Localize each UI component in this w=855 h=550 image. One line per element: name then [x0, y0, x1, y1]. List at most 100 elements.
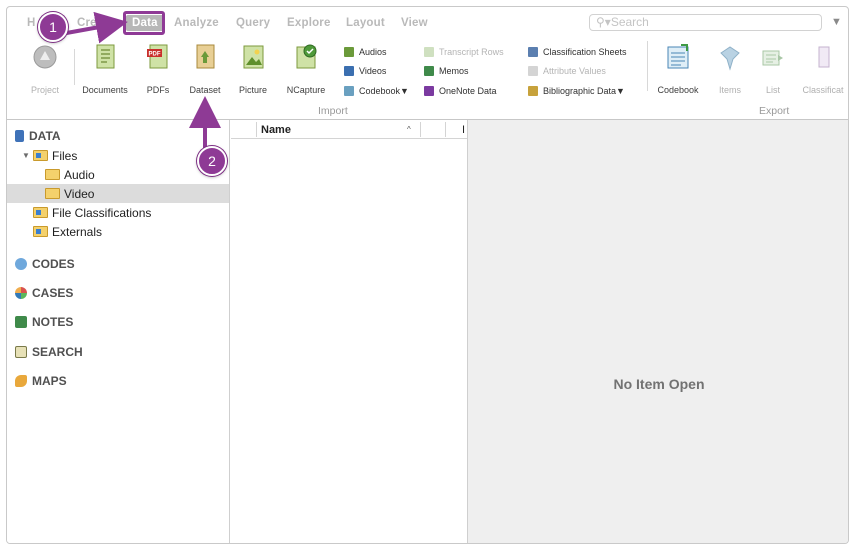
nav-notes-header[interactable]: NOTES: [15, 312, 73, 331]
callout-badge-1: 1: [38, 12, 68, 42]
nav-codes-header[interactable]: CODES: [15, 254, 75, 273]
bibliographic-data-button[interactable]: Bibliographic Data▼: [528, 86, 625, 96]
export-list-label: List: [765, 85, 780, 95]
no-item-open-message: No Item Open: [613, 376, 705, 392]
data-tab-highlight-box: [123, 11, 165, 35]
picture-label: Picture: [238, 85, 267, 95]
list-header: Name ^ I: [231, 120, 467, 139]
maps-icon: [15, 374, 27, 387]
classification-sheets-label: Classification Sheets: [543, 47, 627, 57]
nav-maps-header[interactable]: MAPS: [15, 371, 67, 390]
picture-button[interactable]: Picture: [225, 43, 281, 95]
onenote-data-label: OneNote Data: [439, 86, 497, 96]
documents-button[interactable]: Documents: [77, 43, 133, 95]
ncapture-icon: [296, 44, 317, 69]
attribute-values-label: Attribute Values: [543, 66, 606, 76]
search-icon: ⚲▾: [596, 15, 611, 29]
nav-item-externals[interactable]: Externals: [33, 222, 102, 241]
nav-maps-label: MAPS: [32, 373, 67, 388]
nav-item-video[interactable]: Video: [7, 184, 229, 203]
disclosure-triangle-icon[interactable]: ▼: [22, 151, 30, 160]
nav-codes-label: CODES: [32, 256, 75, 271]
project-button[interactable]: Project: [17, 43, 73, 95]
column-divider[interactable]: [445, 122, 446, 137]
bibliographic-icon: [528, 86, 538, 96]
tab-home[interactable]: H: [27, 17, 36, 29]
nav-data-header[interactable]: DATA: [15, 126, 61, 145]
attribute-values-icon: [528, 66, 538, 76]
nav-audio-label: Audio: [64, 167, 95, 182]
nav-item-files[interactable]: ▼ Files: [22, 146, 77, 165]
nav-video-label: Video: [64, 186, 95, 201]
attribute-values-button[interactable]: Attribute Values: [528, 66, 606, 76]
search-folder-icon: [15, 345, 27, 358]
nav-item-audio[interactable]: Audio: [45, 165, 95, 184]
export-list-button[interactable]: List: [745, 43, 801, 95]
audios-label: Audios: [359, 47, 387, 57]
onenote-data-button[interactable]: OneNote Data: [424, 86, 497, 96]
memos-label: Memos: [439, 66, 469, 76]
documents-label: Documents: [82, 85, 128, 95]
export-classifications-button[interactable]: Classificat: [795, 43, 848, 95]
videos-label: Videos: [359, 66, 387, 76]
callout-badge-2: 2: [197, 146, 227, 176]
tab-explore[interactable]: Explore: [287, 17, 331, 29]
ribbon-options-icon[interactable]: ▼: [831, 16, 842, 28]
nav-search-header[interactable]: SEARCH: [15, 342, 83, 361]
search-placeholder: Search: [610, 15, 649, 29]
notes-icon: [15, 315, 27, 328]
ribbon-divider: [74, 49, 75, 85]
audios-button[interactable]: Audios: [344, 47, 387, 57]
tab-view[interactable]: View: [401, 17, 428, 29]
project-icon: [33, 45, 57, 69]
video-icon: [344, 66, 354, 76]
codebook-import-button[interactable]: Codebook▼: [344, 86, 409, 96]
detail-view: No Item Open: [467, 120, 848, 543]
onenote-icon: [424, 86, 434, 96]
tab-query[interactable]: Query: [236, 17, 270, 29]
ncapture-label: NCapture: [286, 85, 326, 95]
ribbon-divider: [647, 41, 648, 91]
tab-create[interactable]: Cre: [77, 17, 97, 29]
nav-search-label: SEARCH: [32, 344, 83, 359]
nav-cases-header[interactable]: CASES: [15, 283, 73, 302]
codebook-import-label: Codebook▼: [359, 86, 409, 96]
svg-text:PDF: PDF: [149, 52, 161, 58]
items-icon: [720, 46, 740, 71]
transcript-rows-label: Transcript Rows: [439, 47, 504, 57]
folder-icon: [33, 207, 48, 218]
nav-files-label: Files: [52, 148, 78, 163]
nav-cases-label: CASES: [32, 285, 74, 300]
audio-icon: [344, 47, 354, 57]
navigation-view: DATA ▼ Files Audio Video File Classifica…: [7, 120, 230, 543]
documents-icon: [96, 44, 115, 69]
classification-sheets-icon: [528, 47, 538, 57]
ncapture-button[interactable]: NCapture: [278, 43, 334, 95]
column-divider[interactable]: [256, 122, 257, 137]
classification-sheets-button[interactable]: Classification Sheets: [528, 47, 627, 57]
tab-analyze[interactable]: Analyze: [174, 17, 219, 29]
memos-button[interactable]: Memos: [424, 66, 469, 76]
export-codebook-button[interactable]: Codebook: [650, 43, 706, 95]
tab-layout[interactable]: Layout: [346, 17, 385, 29]
cases-icon: [15, 286, 27, 299]
project-label: Project: [30, 85, 59, 95]
memo-icon: [424, 66, 434, 76]
search-field[interactable]: ⚲▾Search: [589, 14, 822, 31]
pdf-icon: PDF: [147, 44, 168, 69]
truncated-column-header[interactable]: I: [462, 124, 465, 136]
column-divider[interactable]: [420, 122, 421, 137]
app-window: H Cre Data Analyze Query Explore Layout …: [6, 6, 849, 544]
bibliographic-data-label: Bibliographic Data▼: [543, 86, 625, 96]
codebook-export-icon: [667, 44, 689, 69]
import-group-label: Import: [318, 105, 348, 117]
sort-ascending-icon[interactable]: ^: [407, 125, 411, 134]
picture-icon: [243, 45, 264, 69]
codebook-small-icon: [344, 86, 354, 96]
name-column-header[interactable]: Name: [261, 124, 291, 136]
videos-button[interactable]: Videos: [344, 66, 386, 76]
data-icon: [15, 129, 24, 142]
list-view: Name ^ I: [231, 120, 467, 543]
nav-item-file-classifications[interactable]: File Classifications: [33, 203, 151, 222]
transcript-rows-button[interactable]: Transcript Rows: [424, 47, 504, 57]
